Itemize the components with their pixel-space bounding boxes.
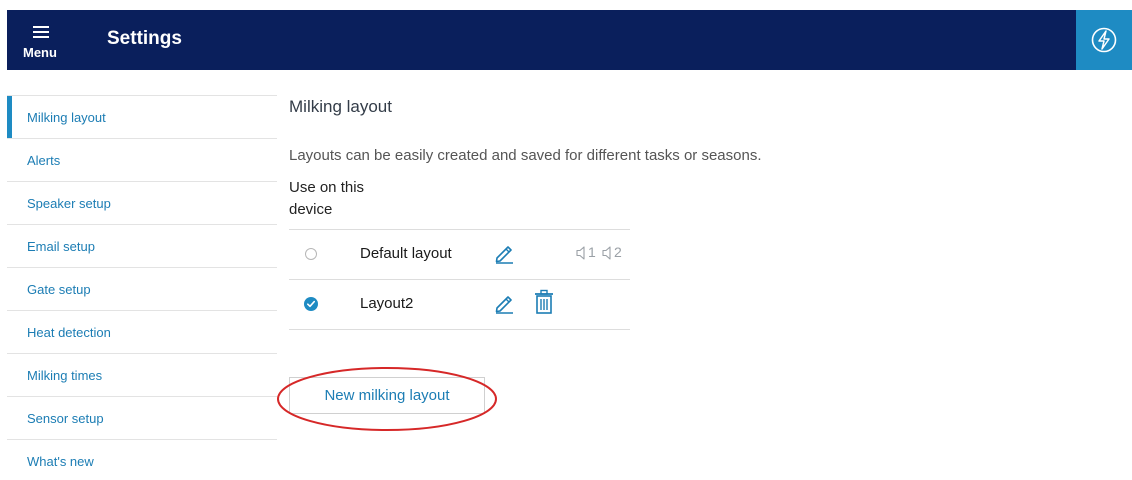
sidebar-item-speaker-setup[interactable]: Speaker setup [7, 181, 277, 224]
layout-row-layout2: Layout2 [289, 280, 630, 330]
settings-page: Menu Settings Milking layout Alerts Spea… [0, 0, 1132, 480]
sidebar-item-whats-new[interactable]: What's new [7, 439, 277, 480]
page-title: Settings [107, 28, 182, 49]
layout-row-default: Default layout 1 2 [289, 230, 630, 280]
quick-action-button[interactable] [1076, 10, 1132, 70]
sidebar-item-label: Email setup [27, 239, 95, 254]
lightning-bolt-icon [1091, 27, 1117, 53]
speaker-icon [602, 246, 611, 260]
section-title: Milking layout [289, 97, 392, 116]
speaker-icon [576, 246, 585, 260]
sidebar-item-label: What's new [27, 454, 94, 469]
menu-label: Menu [23, 45, 57, 60]
sidebar-item-milking-layout[interactable]: Milking layout [7, 95, 277, 138]
speaker-number: 1 [588, 244, 596, 260]
sidebar-item-heat-detection[interactable]: Heat detection [7, 310, 277, 353]
sidebar-item-label: Alerts [27, 153, 61, 168]
layout-name: Default layout [360, 245, 452, 262]
sidebar-item-label: Speaker setup [27, 196, 111, 211]
layout-table: Default layout 1 2 Layout2 [289, 229, 630, 330]
layout-radio-unchecked[interactable] [305, 248, 317, 260]
speaker-number: 2 [614, 244, 622, 260]
sidebar-item-label: Sensor setup [27, 411, 104, 426]
edit-pencil-icon[interactable] [493, 292, 515, 314]
sidebar-item-label: Milking times [27, 368, 103, 383]
sidebar-item-label: Gate setup [27, 282, 91, 297]
annotation-circle [277, 367, 497, 431]
trash-icon[interactable] [533, 289, 555, 315]
sidebar-item-sensor-setup[interactable]: Sensor setup [7, 396, 277, 439]
sidebar-item-alerts[interactable]: Alerts [7, 138, 277, 181]
sidebar-item-label: Heat detection [27, 325, 111, 340]
use-on-device-header: Use on this device [289, 179, 365, 218]
settings-sidebar: Milking layout Alerts Speaker setup Emai… [7, 95, 277, 480]
section-description: Layouts can be easily created and saved … [289, 147, 762, 164]
sidebar-item-gate-setup[interactable]: Gate setup [7, 267, 277, 310]
edit-pencil-icon[interactable] [493, 242, 515, 264]
menu-button[interactable]: Menu [7, 10, 75, 70]
hamburger-icon [33, 26, 49, 38]
sidebar-item-milking-times[interactable]: Milking times [7, 353, 277, 396]
top-bar: Menu Settings [7, 10, 1132, 70]
layout-name: Layout2 [360, 295, 414, 312]
sidebar-item-label: Milking layout [27, 110, 106, 125]
checkmark-icon [307, 300, 315, 308]
layout-radio-checked[interactable] [304, 297, 318, 311]
sidebar-item-email-setup[interactable]: Email setup [7, 224, 277, 267]
